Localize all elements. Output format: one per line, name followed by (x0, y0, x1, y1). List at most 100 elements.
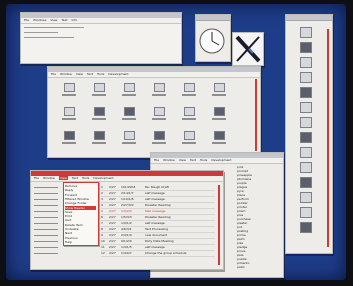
clock-window[interactable] (195, 14, 231, 62)
table-row[interactable]: 7 2/27 1/0/1/2 self message (101, 221, 215, 225)
mail-window[interactable]: File Window View Text Tools Development … (30, 170, 224, 270)
menu-text[interactable]: Text (190, 158, 196, 162)
menu-text[interactable]: Text (61, 18, 67, 22)
folder-entry[interactable] (34, 235, 58, 236)
menu-text[interactable]: Text (72, 176, 78, 180)
tool-icon[interactable] (300, 42, 312, 53)
document-icon[interactable] (94, 131, 105, 140)
folder-icon[interactable] (184, 107, 195, 116)
folder-icon[interactable] (184, 131, 195, 140)
document-icon[interactable] (214, 107, 225, 116)
folder-icon[interactable] (124, 131, 135, 140)
menu-view[interactable]: View (179, 158, 186, 162)
folder-entry[interactable] (34, 193, 58, 194)
list-item[interactable]: patio (237, 265, 245, 269)
table-row[interactable]: 5 2/27 1/3/2/4 Mail message (101, 209, 215, 213)
menu-development[interactable]: Development (211, 158, 231, 162)
tool-icon[interactable] (300, 102, 312, 113)
folder-icon[interactable] (124, 83, 135, 92)
table-row[interactable]: 3 2/27 1/10/1/8 self message (101, 197, 215, 201)
text-editor-window[interactable]: File Windows View Text Info (20, 12, 182, 64)
menu-window[interactable]: Window (60, 72, 72, 76)
folder-entry[interactable] (34, 253, 58, 254)
table-row[interactable]: 1 2/27 101/2204 Re: Rough Draft (101, 185, 215, 189)
folder-icon[interactable] (214, 83, 225, 92)
table-row[interactable]: 11 2/27 1/4/1/5 self message (101, 245, 215, 249)
menu-item[interactable]: Help (65, 240, 96, 244)
table-row[interactable]: 10 2/27 9/1/2/0 Dirty Data Meeting (101, 239, 215, 243)
icon-label (122, 142, 136, 144)
tool-palette-window[interactable] (285, 14, 333, 254)
menu-window[interactable]: Window (43, 176, 55, 180)
menu-file[interactable]: File (51, 72, 56, 76)
folder-icon[interactable] (94, 83, 105, 92)
table-row[interactable]: 12 2/27 1/4/0/7 Change the group schedule (101, 251, 215, 255)
document-icon[interactable] (124, 107, 135, 116)
menu-view[interactable]: View (50, 18, 57, 22)
scrollbar[interactable] (327, 29, 329, 247)
menu-text[interactable]: Text (87, 72, 93, 76)
folder-entry[interactable] (34, 229, 58, 230)
table-row[interactable]: 4 2/27 2/27/3/0 Disaster Reading (101, 203, 215, 207)
tool-icon[interactable] (300, 177, 312, 188)
row-size: 1/5/3/3 (121, 215, 132, 219)
menu-file[interactable]: File (34, 176, 39, 180)
table-row[interactable]: 9 2/27 2/4/1/9 new document (101, 233, 215, 237)
document-icon[interactable] (94, 107, 105, 116)
folder-entry[interactable] (34, 205, 58, 206)
scrollbar[interactable] (218, 185, 220, 265)
x-logo-window[interactable] (232, 32, 264, 66)
folder-icon[interactable] (154, 107, 165, 116)
folder-entry[interactable] (34, 187, 58, 188)
text-area[interactable] (24, 27, 174, 57)
menu-tools[interactable]: Tools (97, 72, 104, 76)
folder-icon[interactable] (154, 83, 165, 92)
tool-icon[interactable] (300, 192, 312, 203)
row-size: 1/10/1/8 (121, 197, 134, 201)
document-icon[interactable] (154, 131, 165, 140)
table-row[interactable]: 2 2/27 2/14/1/7 self message (101, 191, 215, 195)
document-icon[interactable] (214, 131, 225, 140)
tool-icon[interactable] (300, 207, 312, 218)
tool-icon[interactable] (300, 132, 312, 143)
folder-entry[interactable] (34, 223, 58, 224)
menu-file[interactable]: File (24, 18, 29, 22)
menu-view[interactable]: View (58, 176, 68, 180)
table-row[interactable]: 6 2/27 1/5/3/3 Disaster Reading (101, 215, 215, 219)
table-row[interactable]: 8 2/27 4/6/3/1 Text Processing (101, 227, 215, 231)
tool-icon[interactable] (300, 87, 312, 98)
row-date: 2/27 (109, 197, 116, 201)
tool-icon[interactable] (300, 72, 312, 83)
tool-icon[interactable] (300, 117, 312, 128)
tool-icon[interactable] (300, 222, 312, 233)
menu-file[interactable]: File (154, 158, 159, 162)
row-date: 2/27 (109, 209, 116, 213)
scrollbar[interactable] (255, 79, 257, 151)
folder-entry[interactable] (34, 247, 58, 248)
folder-icon[interactable] (64, 107, 75, 116)
folder-icon[interactable] (64, 83, 75, 92)
folder-entry[interactable] (34, 199, 58, 200)
titlebar[interactable] (286, 15, 332, 21)
menu-windows[interactable]: Windows (33, 18, 46, 22)
menu-tools[interactable]: Tools (200, 158, 207, 162)
file-manager-window[interactable]: File Window View Text Tools Development (47, 66, 261, 158)
desktop: File Windows View Text Info File Window … (6, 4, 346, 280)
menu-tools[interactable]: Tools (82, 176, 89, 180)
tool-icon[interactable] (300, 147, 312, 158)
document-icon[interactable] (64, 131, 75, 140)
menu-view[interactable]: View (76, 72, 83, 76)
menu-window[interactable]: Window (163, 158, 175, 162)
tool-icon[interactable] (300, 162, 312, 173)
folder-entry[interactable] (34, 241, 58, 242)
tool-icon[interactable] (300, 27, 312, 38)
folder-entry[interactable] (34, 211, 58, 212)
folder-icon[interactable] (184, 83, 195, 92)
view-dropdown-menu[interactable]: Remove Reply Forward Filtered Window Change … (63, 182, 99, 246)
menu-development[interactable]: Development (108, 72, 128, 76)
tool-icon[interactable] (300, 57, 312, 68)
folder-entry[interactable] (34, 217, 58, 218)
menu-development[interactable]: Development (93, 176, 113, 180)
row-date: 2/27 (109, 203, 116, 207)
menu-info[interactable]: Info (72, 18, 78, 22)
